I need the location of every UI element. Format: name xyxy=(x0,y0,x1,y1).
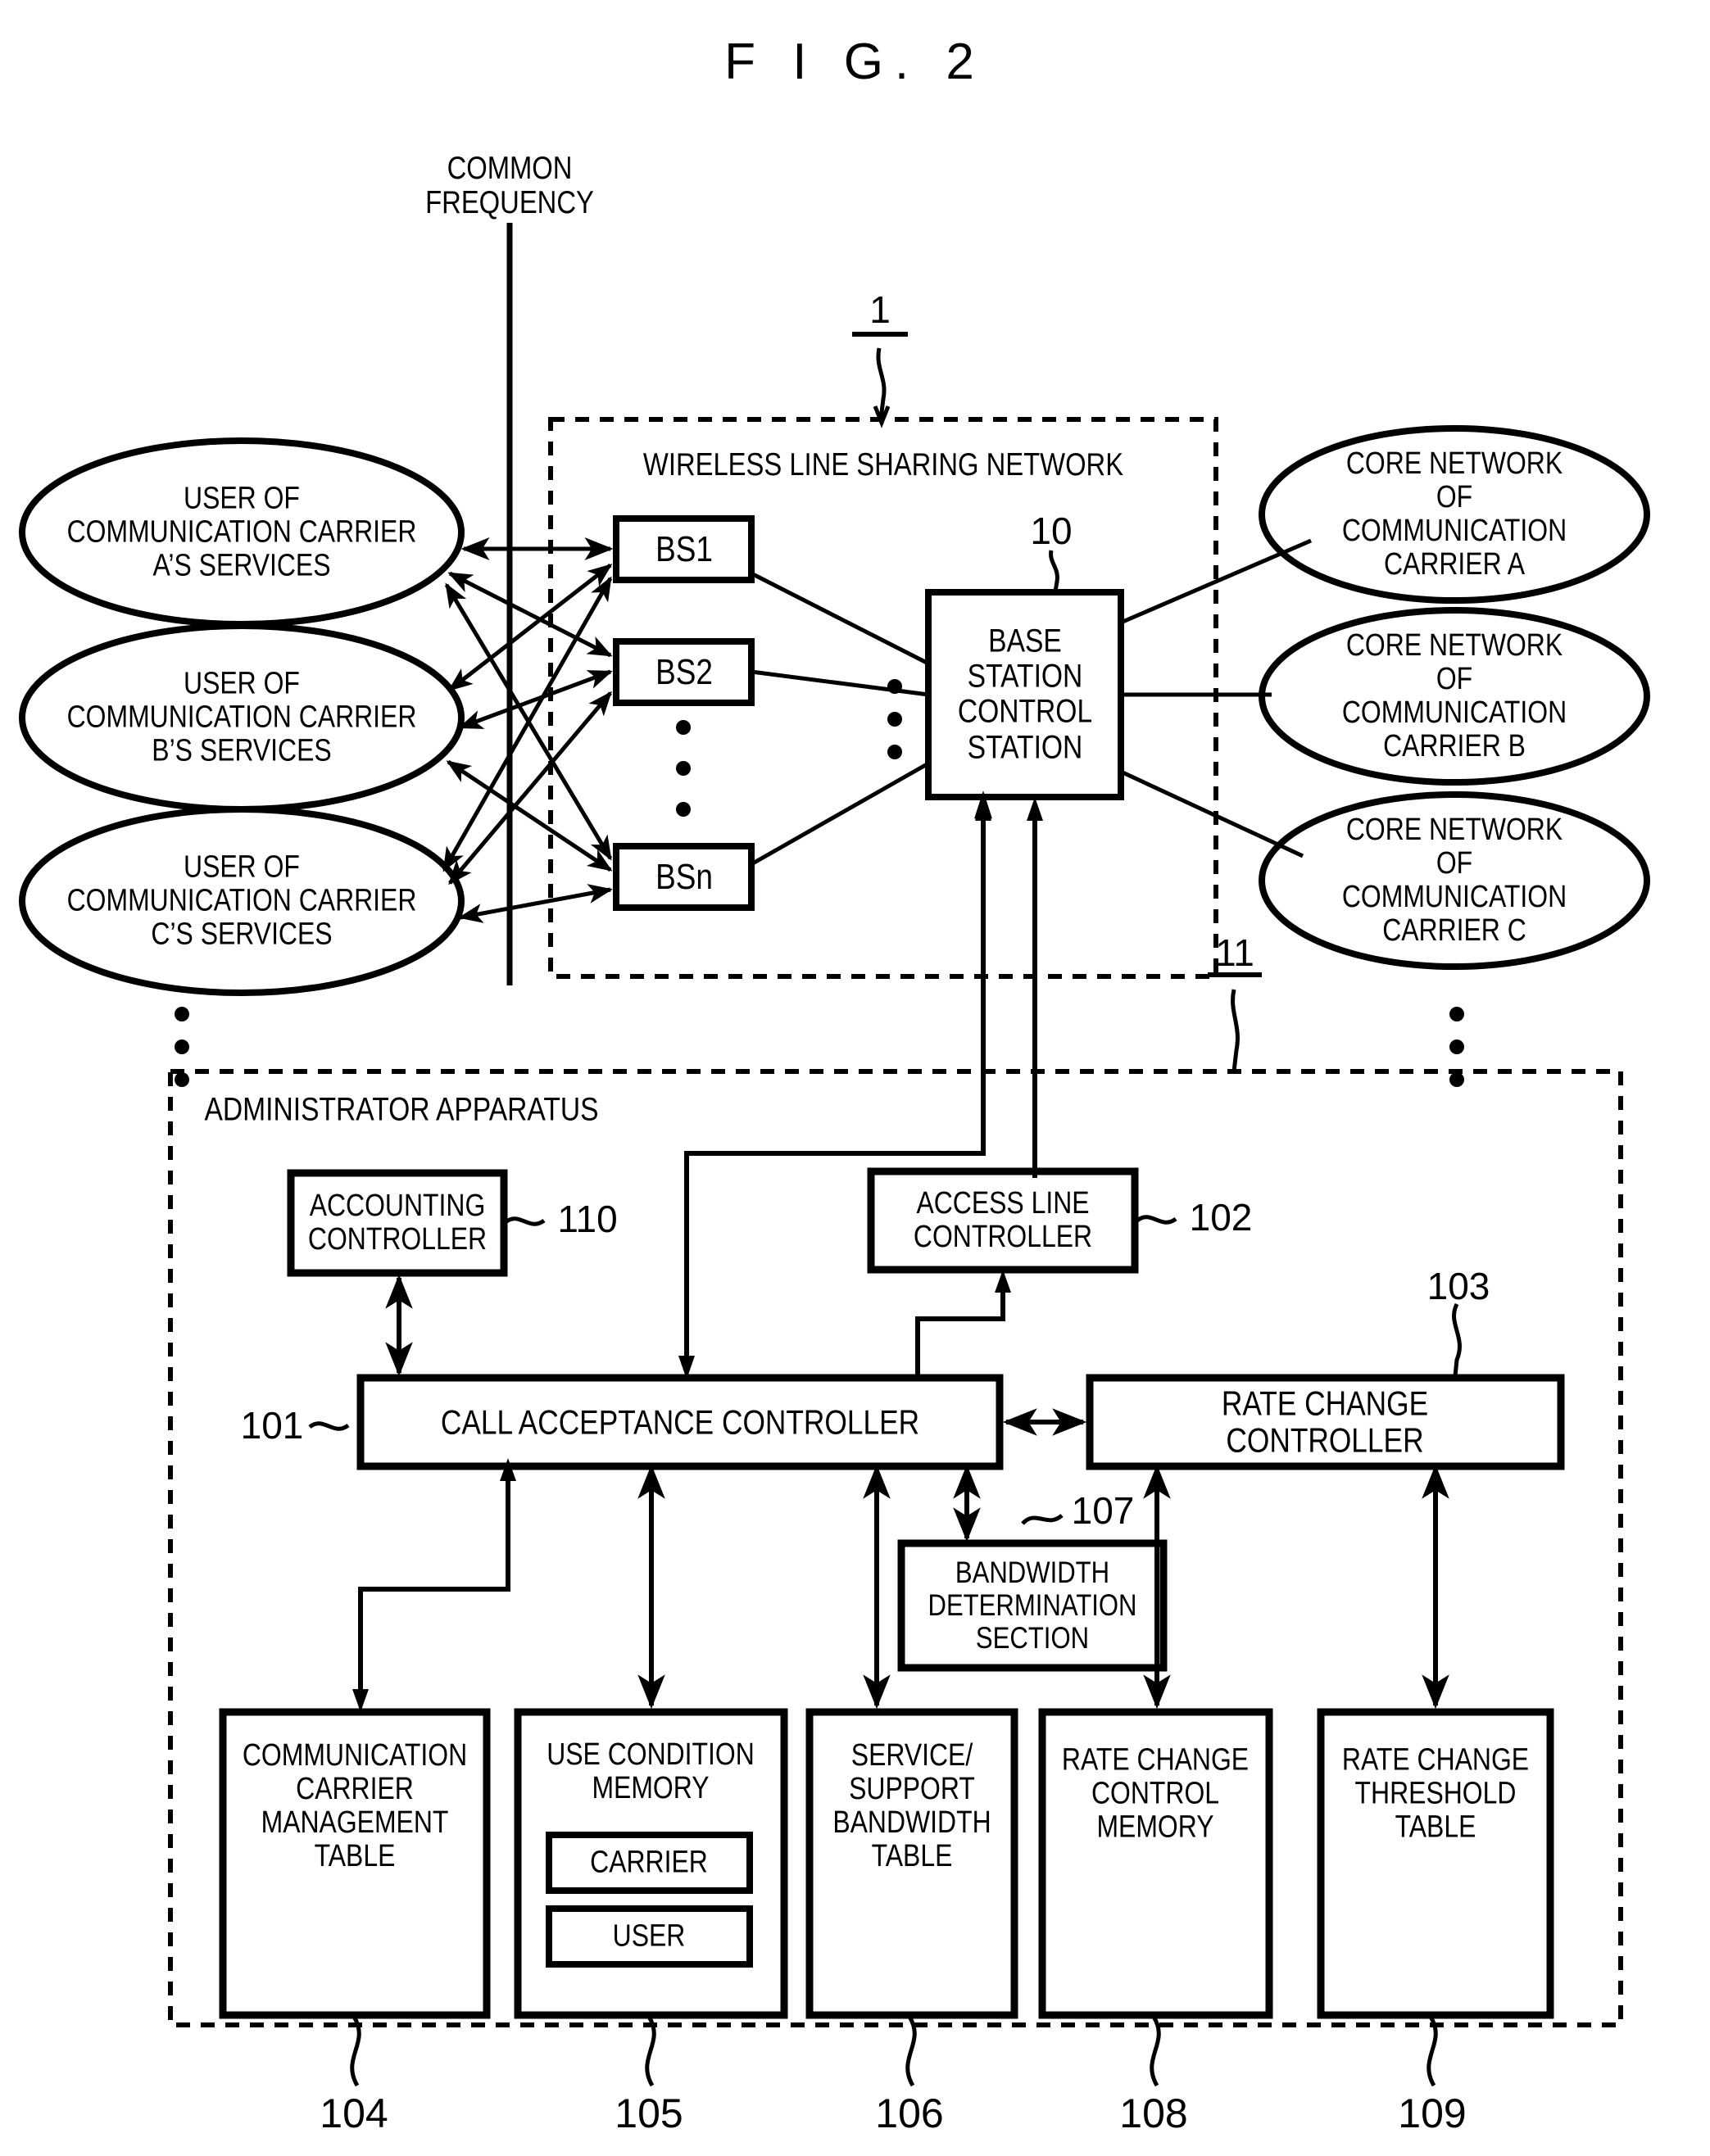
table-label-109: RATE CHANGE THRESHOLD TABLE xyxy=(1341,1742,1530,1845)
wireless-network-title: WIRELESS LINE SHARING NETWORK xyxy=(642,446,1124,482)
base-station-label-bs2: BS2 xyxy=(655,652,713,693)
user-label-c: USER OF COMMUNICATION CARRIER C’S SERVIC… xyxy=(66,849,417,952)
ref-numeral-104: 104 xyxy=(320,2090,388,2136)
base-station-control-station-label: BASE STATION CONTROL STATION xyxy=(957,623,1093,766)
link-user-c-bsn xyxy=(458,884,613,923)
lead-line-110 xyxy=(504,1216,546,1226)
link-bs2-control xyxy=(751,669,929,697)
table-label-108: RATE CHANGE CONTROL MEMORY xyxy=(1061,1742,1250,1845)
ref-numeral-102: 102 xyxy=(1189,1196,1253,1239)
lead-line-107 xyxy=(1021,1513,1064,1525)
ref-numeral-1: 1 xyxy=(869,288,891,331)
common-frequency-label: COMMON FREQUENCY xyxy=(425,150,594,220)
access-line-controller-label: ACCESS LINE CONTROLLER xyxy=(913,1185,1093,1254)
ref-numeral-105: 105 xyxy=(615,2090,683,2136)
ref-numeral-107: 107 xyxy=(1071,1489,1135,1532)
lead-line-103 xyxy=(1452,1302,1462,1377)
link-bsn-control xyxy=(750,761,930,867)
ref-numeral-110: 110 xyxy=(557,1198,618,1240)
ref-numeral-103: 103 xyxy=(1427,1265,1490,1307)
call-acceptance-controller-label: CALL ACCEPTANCE CONTROLLER xyxy=(440,1402,920,1442)
wireless-network-dashed-box xyxy=(548,417,1218,979)
base-station-label-bs1: BS1 xyxy=(655,529,713,570)
lead-line-108 xyxy=(1150,2015,1161,2087)
lead-line-10 xyxy=(1049,550,1059,592)
table-label-105: USE CONDITION MEMORY xyxy=(547,1737,755,1805)
link-call-acceptance-to-control xyxy=(684,807,986,1368)
link-bs1-control xyxy=(750,571,930,666)
ref-numeral-108: 108 xyxy=(1119,2090,1188,2136)
user-label-a: USER OF COMMUNICATION CARRIER A’S SERVIC… xyxy=(66,481,417,583)
link-call-acceptance-104 xyxy=(358,1466,510,1702)
core-network-label-a: CORE NETWORK OF COMMUNICATION CARRIER A xyxy=(1341,446,1567,582)
accounting-controller-label: ACCOUNTING CONTROLLER xyxy=(307,1188,488,1257)
lead-line-106 xyxy=(905,2015,917,2087)
base-station-label-bsn: BSn xyxy=(655,857,713,898)
rate-change-controller-label: RATE CHANGE CONTROLLER xyxy=(1221,1384,1429,1460)
ref-numeral-106: 106 xyxy=(875,2090,944,2136)
link-control-core-c xyxy=(1119,769,1304,858)
ref-numeral-11: 11 xyxy=(1215,931,1254,974)
ref-numeral-101: 101 xyxy=(240,1404,304,1447)
core-network-label-c: CORE NETWORK OF COMMUNICATION CARRIER C xyxy=(1341,812,1567,949)
core-network-label-b: CORE NETWORK OF COMMUNICATION CARRIER B xyxy=(1341,627,1567,764)
bandwidth-determination-label: BANDWIDTH DETERMINATION SECTION xyxy=(928,1556,1137,1655)
user-label-b: USER OF COMMUNICATION CARRIER B’S SERVIC… xyxy=(66,666,417,768)
lead-line-101 xyxy=(308,1421,350,1431)
lead-line-11 xyxy=(1231,989,1240,1072)
lead-line-102 xyxy=(1136,1215,1177,1225)
ref-numeral-10: 10 xyxy=(1030,510,1073,552)
table-label-106: SERVICE/ SUPPORT BANDWIDTH TABLE xyxy=(832,1737,991,1874)
ref-numeral-109: 109 xyxy=(1398,2090,1467,2136)
use-condition-carrier-label: CARRIER xyxy=(590,1845,708,1880)
administrator-title: ADMINISTRATOR APPARATUS xyxy=(204,1091,599,1128)
lead-line-1 xyxy=(876,347,887,420)
figure-canvas: F I G. 2 COMMON FREQUENCY 1 WIRELESS LIN… xyxy=(0,0,1710,2156)
table-label-104: COMMUNICATION CARRIER MANAGEMENT TABLE xyxy=(242,1737,468,1874)
link-call-acceptance-access-line xyxy=(915,1280,1005,1378)
use-condition-user-label: USER xyxy=(612,1918,686,1954)
